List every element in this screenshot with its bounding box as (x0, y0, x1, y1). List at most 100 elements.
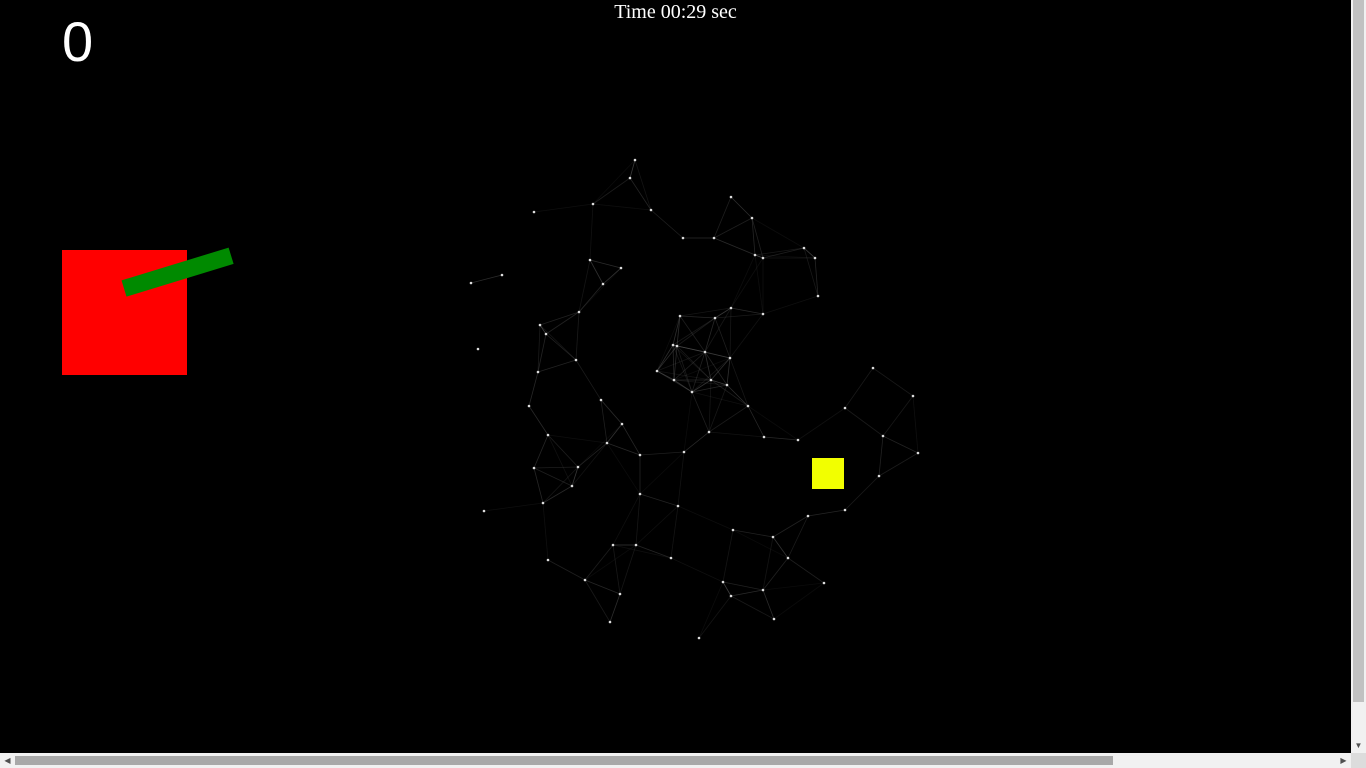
network-link (606, 442, 641, 456)
network-node (638, 492, 642, 496)
network-node (500, 273, 504, 277)
network-link (704, 307, 732, 353)
network-node (697, 636, 701, 640)
target-block (812, 458, 844, 489)
network-link (584, 579, 621, 595)
network-node (725, 383, 729, 387)
network-node (690, 390, 694, 394)
network-node (731, 528, 735, 532)
scroll-right-icon[interactable]: ▶ (1336, 753, 1351, 768)
network-link (679, 315, 706, 353)
network-link (844, 407, 884, 437)
network-link (639, 493, 679, 507)
vertical-scrollbar[interactable]: ▼ (1351, 0, 1366, 753)
network-link (844, 475, 880, 511)
network-link (708, 379, 712, 433)
network-link (533, 466, 579, 469)
network-link (547, 559, 586, 581)
network-node (634, 543, 638, 547)
network-link (533, 434, 549, 469)
network-link (584, 579, 611, 623)
network-node (532, 210, 536, 214)
network-link (589, 259, 622, 269)
network-link (773, 582, 825, 620)
network-link (722, 581, 732, 597)
network-link (683, 391, 693, 453)
game-viewport[interactable]: 0 Time 00:29 sec (0, 0, 1351, 753)
horizontal-scrollbar-thumb[interactable] (15, 756, 1113, 765)
network-link (730, 307, 764, 315)
network-node (761, 312, 765, 316)
scrollbar-corner (1351, 753, 1366, 768)
network-link (578, 259, 591, 313)
network-node (476, 347, 480, 351)
network-link (575, 311, 580, 361)
network-link (533, 467, 544, 504)
network-link (679, 307, 732, 317)
network-link (619, 544, 637, 595)
network-node (916, 451, 920, 455)
network-node (911, 394, 915, 398)
network-link (629, 177, 652, 211)
network-node (729, 195, 733, 199)
network-link (528, 405, 549, 436)
network-link (729, 357, 749, 407)
network-link (912, 395, 919, 454)
network-link (635, 505, 679, 546)
network-node (588, 258, 592, 262)
network-link (621, 423, 641, 456)
game-canvas[interactable] (0, 0, 1351, 753)
network-node (729, 306, 733, 310)
vertical-scrollbar-thumb[interactable] (1353, 0, 1364, 702)
network-node (761, 256, 765, 260)
scroll-down-icon[interactable]: ▼ (1351, 738, 1366, 753)
network-node (771, 535, 775, 539)
network-link (677, 451, 685, 507)
network-node (746, 404, 750, 408)
network-node (753, 253, 757, 257)
network-link (578, 267, 622, 313)
network-link (787, 557, 825, 584)
network-node (601, 282, 605, 286)
network-node (703, 350, 707, 354)
network-node (633, 158, 637, 162)
network-link (762, 536, 774, 591)
network-link (612, 493, 641, 546)
network-node (608, 620, 612, 624)
scroll-left-icon[interactable]: ◀ (0, 753, 15, 768)
network-node (877, 474, 881, 478)
network-link (708, 431, 765, 438)
network-link (575, 359, 602, 401)
network-node (816, 294, 820, 298)
network-link (589, 203, 594, 261)
network-link (710, 379, 749, 407)
network-node (620, 422, 624, 426)
network-node (682, 450, 686, 454)
network-node (638, 453, 642, 457)
network-link (676, 345, 706, 353)
network-node (538, 323, 542, 327)
network-link (577, 423, 623, 468)
network-node (546, 558, 550, 562)
network-node (469, 281, 473, 285)
network-node (676, 504, 680, 508)
network-node (822, 581, 826, 585)
network-link (722, 581, 764, 591)
network-link (698, 581, 724, 639)
network-node (541, 501, 545, 505)
network-node (750, 216, 754, 220)
network-node (671, 343, 675, 347)
network-link (584, 544, 614, 581)
network-link (726, 384, 749, 407)
network-link (708, 405, 749, 433)
network-link (882, 435, 919, 454)
horizontal-scrollbar[interactable]: ◀ ▶ (0, 753, 1351, 768)
network-link (710, 357, 731, 381)
network-link (729, 313, 764, 359)
network-node (786, 556, 790, 560)
network-link (726, 357, 731, 386)
network-node (806, 514, 810, 518)
network-link (656, 344, 674, 372)
network-node (655, 369, 659, 373)
network-link (683, 431, 710, 453)
